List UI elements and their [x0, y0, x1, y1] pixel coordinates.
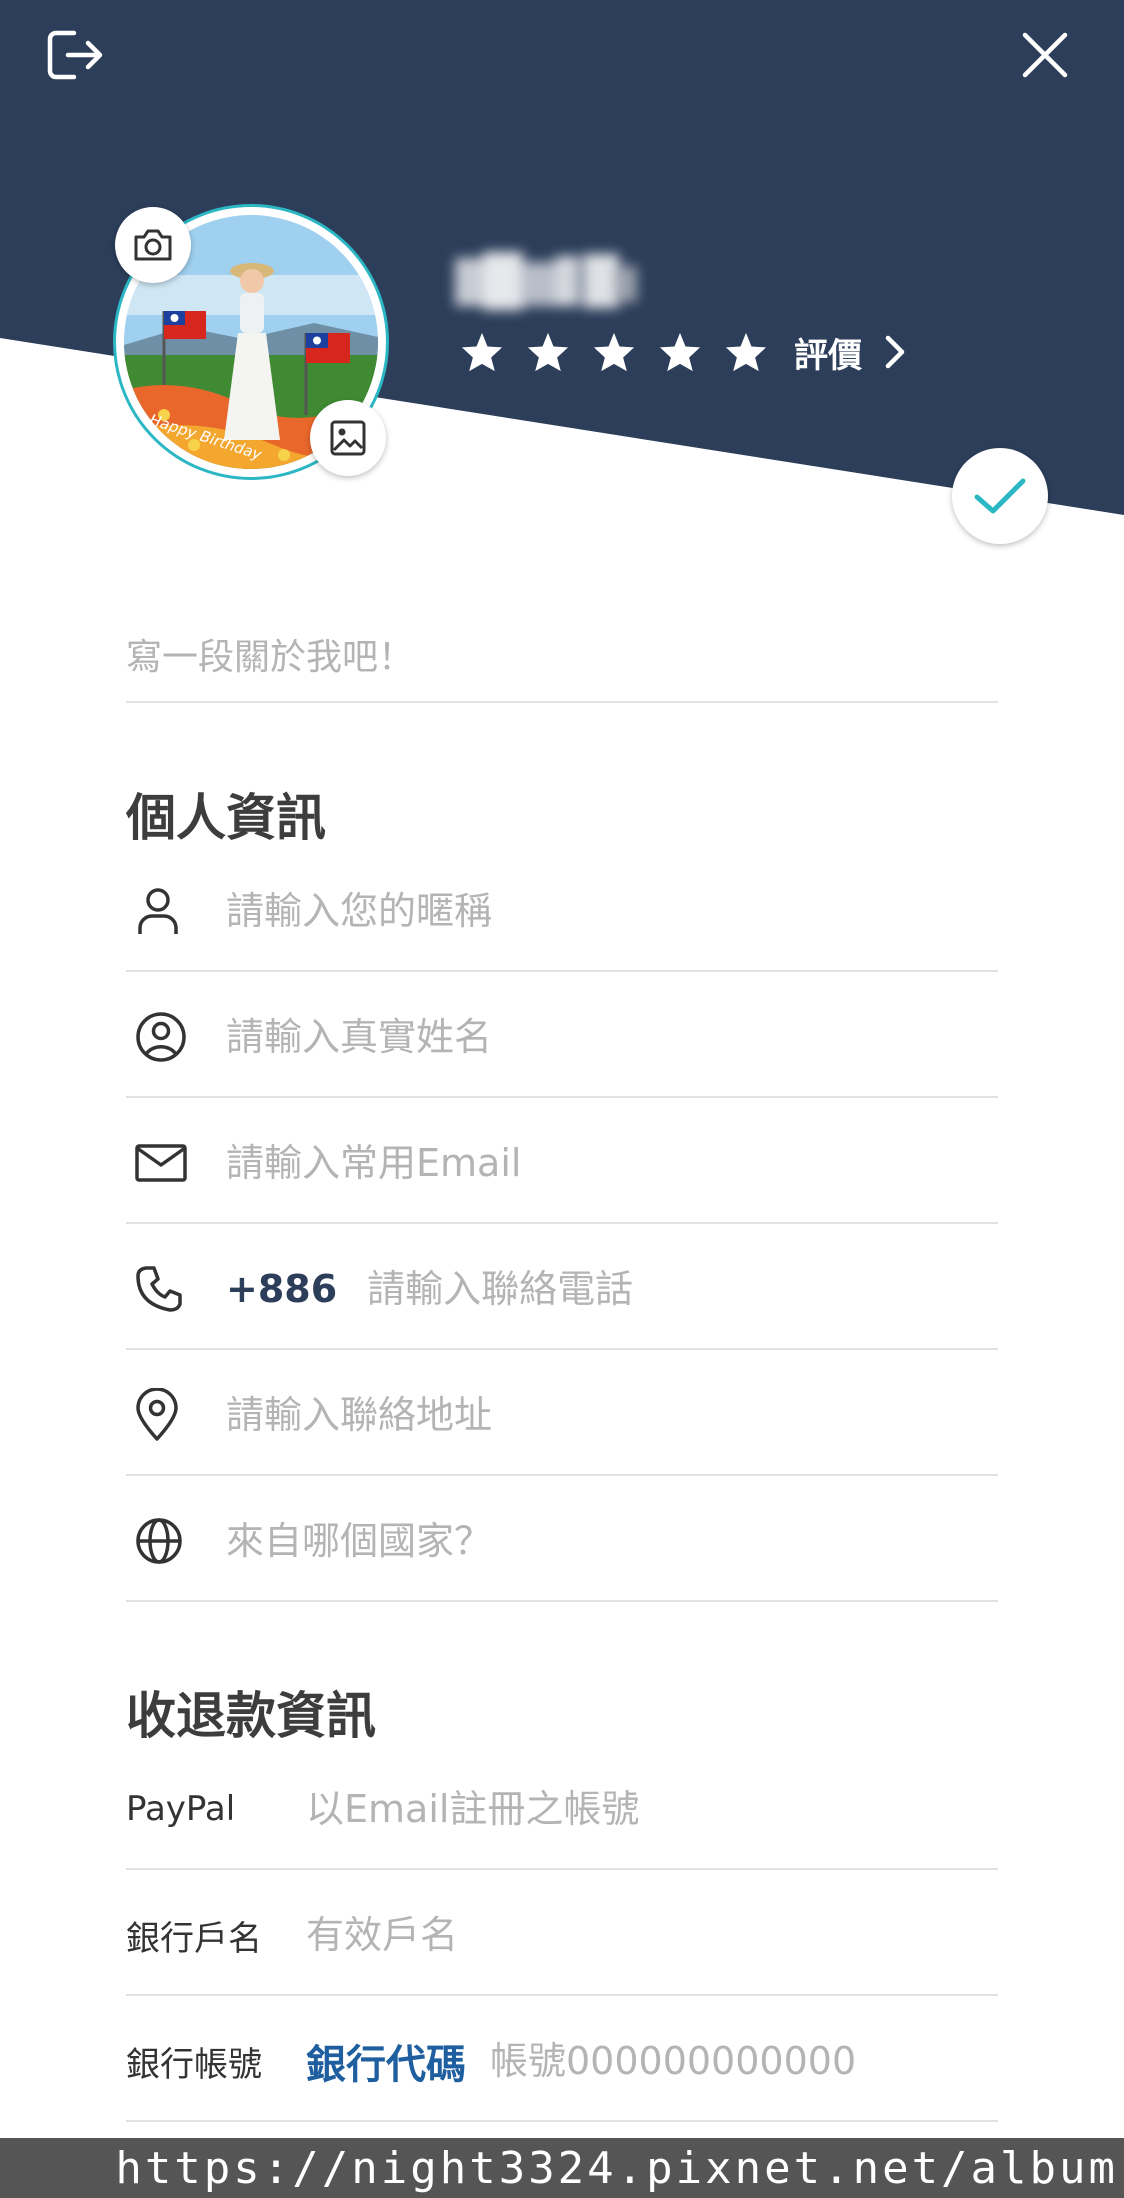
bank-name-label: 銀行戶名: [126, 1918, 262, 1959]
country-code[interactable]: +886: [226, 1267, 337, 1311]
image-gallery-icon[interactable]: [310, 400, 386, 476]
phone-input[interactable]: [367, 1259, 998, 1319]
paypal-field[interactable]: PayPal: [126, 1750, 998, 1870]
realname-input[interactable]: [226, 1007, 998, 1067]
bank-account-field[interactable]: 銀行帳號 銀行代碼: [126, 2002, 998, 2122]
bank-name-field[interactable]: 銀行戶名: [126, 1876, 998, 1996]
profile-header: Happy Birthday 評價: [0, 0, 1124, 544]
phone-icon: [126, 1264, 226, 1314]
rating-label: 評價: [794, 335, 862, 376]
rating-link[interactable]: 評價: [460, 322, 906, 382]
confirm-check-button[interactable]: [952, 448, 1048, 544]
star-icon: [460, 322, 526, 382]
country-input[interactable]: [226, 1511, 998, 1571]
country-field[interactable]: [126, 1482, 998, 1602]
bank-account-input[interactable]: [490, 2031, 998, 2091]
email-field[interactable]: [126, 1104, 998, 1224]
star-icon: [592, 322, 658, 382]
watermark-bar: https://night3324.pixnet.net/album: [0, 2138, 1124, 2198]
address-field[interactable]: [126, 1356, 998, 1476]
star-icon: [724, 322, 790, 382]
phone-field[interactable]: +886: [126, 1230, 998, 1350]
bank-code-selector[interactable]: 銀行代碼: [306, 2032, 466, 2090]
nickname-field[interactable]: [126, 852, 998, 972]
close-icon[interactable]: [1010, 20, 1080, 90]
account-circle-icon: [126, 1010, 226, 1064]
realname-field[interactable]: [126, 978, 998, 1098]
paypal-label: PayPal: [126, 1789, 236, 1829]
chevron-right-icon: [884, 334, 906, 370]
username-blurred: [455, 252, 645, 310]
person-icon: [126, 886, 226, 936]
location-pin-icon: [126, 1388, 226, 1442]
bank-name-input[interactable]: [306, 1905, 998, 1965]
about-me-field[interactable]: [126, 627, 998, 703]
payment-info-title: 收退款資訊: [126, 1687, 376, 1745]
star-icon: [526, 322, 592, 382]
bank-account-label: 銀行帳號: [126, 2044, 262, 2085]
globe-icon: [126, 1516, 226, 1566]
nickname-input[interactable]: [226, 881, 998, 941]
mail-icon: [126, 1143, 226, 1183]
check-icon: [974, 478, 1026, 514]
camera-icon[interactable]: [115, 207, 191, 283]
star-icon: [658, 322, 724, 382]
email-input[interactable]: [226, 1133, 998, 1193]
about-me-input[interactable]: [126, 627, 998, 687]
personal-info-title: 個人資訊: [126, 789, 326, 847]
watermark-url: https://night3324.pixnet.net/album: [115, 2142, 1118, 2194]
paypal-input[interactable]: [306, 1779, 998, 1839]
address-input[interactable]: [226, 1385, 998, 1445]
logout-icon[interactable]: [40, 20, 110, 90]
